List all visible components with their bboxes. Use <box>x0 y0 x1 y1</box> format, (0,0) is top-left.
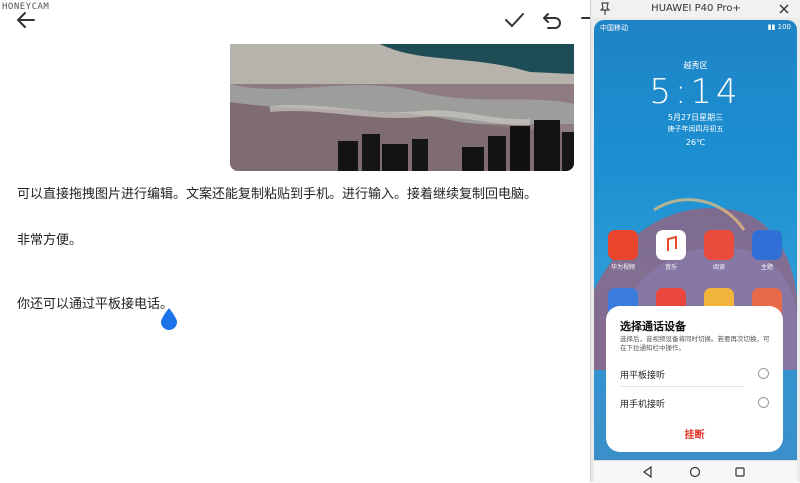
app-label-themes: 主题 <box>760 264 773 271</box>
call-sheet-title: 选择通话设备 <box>620 320 686 333</box>
lock-lunar-date: 庚子年闰四月初五 <box>667 125 724 133</box>
undo-icon[interactable] <box>540 8 564 32</box>
video-app-icon[interactable] <box>608 230 638 260</box>
reader-app-icon[interactable] <box>704 230 734 260</box>
music-app-icon[interactable] <box>656 230 686 260</box>
phone-titlebar: HUAWEI P40 Pro+ <box>591 0 800 18</box>
lock-date: 5月27日星期三 <box>667 113 724 122</box>
phone-window-title: HUAWEI P40 Pro+ <box>651 3 741 14</box>
phone-lockscreen: 中国移动 ▮▮ 100 越秀区 5:14 5月27日星期三 庚子年闰四月初五 2… <box>594 20 797 460</box>
note-paragraph-1[interactable]: 可以直接拖拽图片进行编辑。文案还能复制粘贴到手机。进行输入。接着继续复制回电脑。 <box>17 183 537 202</box>
answer-on-tablet-radio[interactable] <box>758 368 769 379</box>
nav-back-icon[interactable] <box>642 466 654 478</box>
note-paragraph-3[interactable]: 你还可以通过平板接电话。 <box>17 293 173 312</box>
nav-recent-icon[interactable] <box>734 466 746 478</box>
hangup-button[interactable]: 挂断 <box>606 426 783 441</box>
lock-clock: 5:14 <box>649 72 742 112</box>
editor-toolbar <box>0 0 591 40</box>
call-sheet-description: 选择后，音视频设备将同时切换。若要再次切换，可在下拉通知栏中操作。 <box>620 335 770 352</box>
text-cursor-handle-icon[interactable] <box>160 308 178 330</box>
arrow-left-icon[interactable] <box>14 8 38 32</box>
themes-app-icon[interactable] <box>752 230 782 260</box>
call-device-sheet: 选择通话设备 选择后，音视频设备将同时切换。若要再次切换，可在下拉通知栏中操作。… <box>606 306 783 452</box>
note-image[interactable] <box>230 44 574 171</box>
phone-status-bar: 中国移动 ▮▮ 100 <box>594 20 797 34</box>
battery-status: ▮▮ 100 <box>767 23 791 31</box>
app-label-video: 华为视频 <box>610 264 635 271</box>
lock-location: 越秀区 <box>683 61 708 70</box>
nav-home-icon[interactable] <box>689 466 701 478</box>
phone-nav-bar <box>594 460 797 483</box>
phone-mirror-window: HUAWEI P40 Pro+ 中国移动 ▮▮ 100 越秀区 5:14 5月2… <box>590 0 800 483</box>
city-skyline-photo <box>230 44 574 171</box>
answer-on-tablet-option[interactable]: 用平板接听 <box>620 368 665 381</box>
app-label-music: 音乐 <box>664 264 677 271</box>
app-row: 华为视频 音乐 阅读 主题 <box>594 230 797 274</box>
note-paragraph-2[interactable]: 非常方便。 <box>17 229 82 248</box>
app-label-reader: 阅读 <box>712 264 725 271</box>
check-icon[interactable] <box>502 8 526 32</box>
carrier-label: 中国移动 <box>600 24 628 32</box>
close-icon[interactable] <box>777 2 791 16</box>
answer-on-phone-radio[interactable] <box>758 397 769 408</box>
divider <box>620 386 744 387</box>
lock-weather: 26℃ <box>685 138 706 147</box>
answer-on-phone-option[interactable]: 用手机接听 <box>620 397 665 410</box>
